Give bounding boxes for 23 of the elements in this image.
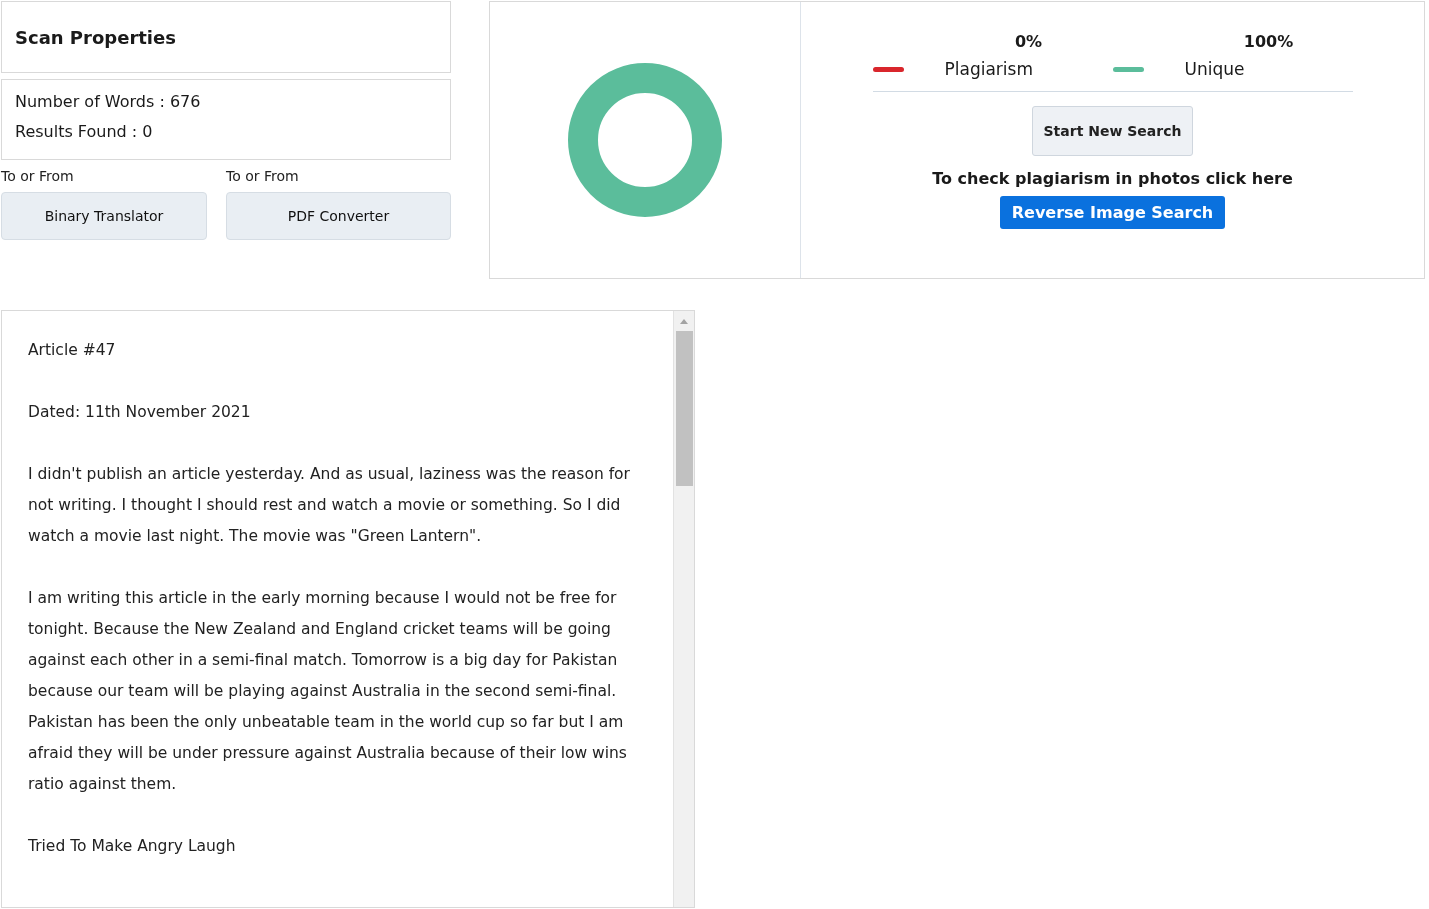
tool-button[interactable]: PDF Converter bbox=[226, 192, 451, 240]
new-search-button[interactable]: Start New Search bbox=[1031, 106, 1194, 156]
scroll-thumb[interactable] bbox=[675, 331, 693, 486]
photo-prompt: To check plagiarism in photos click here bbox=[932, 169, 1293, 188]
article-box[interactable] bbox=[1, 310, 695, 908]
article-paragraph: Tried To Make Angry Laugh bbox=[28, 836, 237, 857]
article-paragraph: I didn't publish an article yesterday. And as usual, laziness was the reason for not writing. I thought I should rest and watch a movie or something. So I did watch a movie last night. The movie was "Green Lantern". bbox=[28, 464, 631, 547]
stat-text: Results Found : 0 bbox=[15, 122, 154, 141]
scroll-up-icon[interactable] bbox=[679, 317, 689, 325]
legend-percent: 0% bbox=[1014, 32, 1043, 51]
reverse-image-button[interactable]: Reverse Image Search bbox=[999, 196, 1226, 229]
tool-caption: To or From bbox=[1, 168, 75, 184]
legend-label: Plagiarism bbox=[944, 59, 1034, 79]
tool-button[interactable]: Binary Translator bbox=[1, 192, 207, 240]
tool-caption: To or From bbox=[226, 168, 300, 184]
scrollbar[interactable] bbox=[673, 311, 694, 907]
legend-percent: 100% bbox=[1243, 32, 1294, 51]
article-paragraph: Article #47 bbox=[28, 340, 117, 361]
legend-label: Unique bbox=[1184, 59, 1246, 79]
stat-text: Number of Words : 676 bbox=[15, 92, 202, 111]
article-paragraph: Dated: 11th November 2021 bbox=[28, 402, 252, 423]
article-paragraph: I am writing this article in the early morning because I would not be free for tonight. Because the New Zealand and England cricket teams will be going against each other in a semi-final match. Tomorrow is a big day for Pakistan because our team will be playing against Australia in the second semi-final. Pakistan has been the only unbeatable team in the world cup so far but I am afraid they will be under pressure against Australia because of their low wins ratio against them. bbox=[28, 588, 628, 795]
panel-title: Scan Properties bbox=[15, 25, 177, 50]
